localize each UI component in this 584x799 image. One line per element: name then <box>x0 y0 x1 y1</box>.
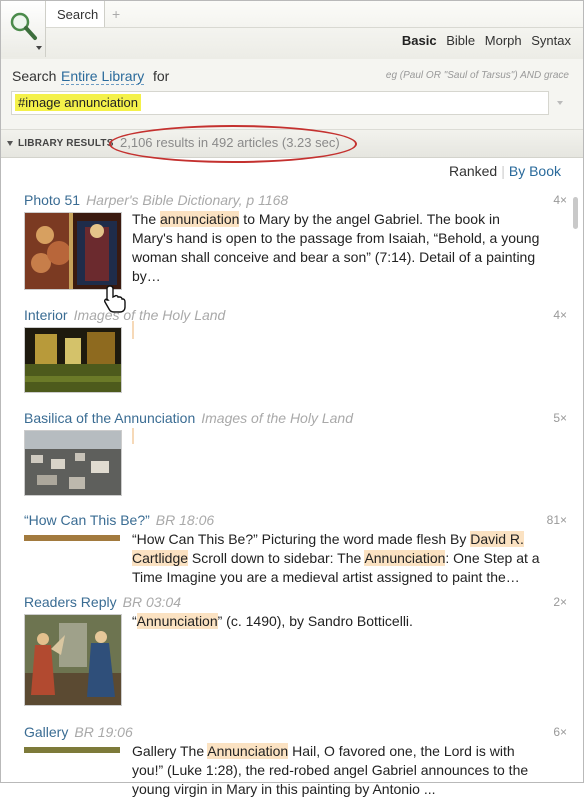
match-marker <box>132 321 134 339</box>
result-snippet: The annunciation to Mary by the angel Ga… <box>132 211 540 284</box>
result-title[interactable]: Basilica of the Annunciation Images of th… <box>24 410 353 426</box>
result-source: BR 18:06 <box>155 512 215 528</box>
result-title[interactable]: Readers Reply BR 03:04 <box>24 594 181 610</box>
result-item[interactable]: “How Can This Be?” BR 18:06 81× “How Can … <box>1 512 571 588</box>
chevron-down-icon <box>36 46 42 50</box>
add-tab-icon[interactable]: + <box>112 6 120 22</box>
hit-count: 81× <box>546 513 567 527</box>
hit-count: 6× <box>553 725 567 739</box>
result-title[interactable]: “How Can This Be?” BR 18:06 <box>24 512 214 528</box>
result-title[interactable]: Gallery BR 19:06 <box>24 724 133 740</box>
hit-count: 4× <box>553 308 567 322</box>
search-label: Search <box>12 68 57 84</box>
result-item[interactable]: Readers Reply BR 03:04 2× “Annunciation” … <box>1 594 571 712</box>
interior-photo-thumbnail[interactable] <box>24 327 122 393</box>
collapse-arrow-icon[interactable] <box>7 141 13 146</box>
for-label: for <box>153 68 170 84</box>
scrollbar-thumb[interactable] <box>573 197 578 229</box>
result-snippet: “How Can This Be?” Picturing the word ma… <box>132 531 540 585</box>
result-title[interactable]: Photo 51 Harper's Bible Dictionary, p 116… <box>24 192 288 208</box>
sort-by-book[interactable]: By Book <box>509 163 561 179</box>
result-snippet: “Annunciation” (c. 1490), by Sandro Bott… <box>132 613 413 629</box>
tab-label: Search <box>57 7 99 22</box>
mode-syntax[interactable]: Syntax <box>531 33 571 48</box>
section-title[interactable]: LIBRARY RESULTS <box>18 138 114 149</box>
result-source: Images of the Holy Land <box>201 410 353 426</box>
search-input[interactable]: #image annunciation <box>11 91 549 115</box>
mode-basic[interactable]: Basic <box>402 33 437 48</box>
result-item[interactable]: Interior Images of the Holy Land 4× <box>1 307 571 402</box>
city-photo-thumbnail[interactable] <box>24 430 122 496</box>
toolbar: Search + Basic Bible Morph Syntax <box>1 1 583 60</box>
result-item[interactable]: Basilica of the Annunciation Images of th… <box>1 410 571 505</box>
magnifier-icon <box>10 12 37 40</box>
article-strip-thumbnail[interactable] <box>24 747 120 753</box>
result-item[interactable]: Gallery BR 19:06 6× Gallery The Annunciat… <box>1 724 571 797</box>
hit-count: 4× <box>553 193 567 207</box>
sort-options: Ranked | By Book <box>449 163 561 179</box>
mode-morph[interactable]: Morph <box>485 33 522 48</box>
search-menu-button[interactable] <box>1 1 46 57</box>
result-snippet: Gallery The Annunciation Hail, O favored… <box>132 743 529 797</box>
tab-search[interactable]: Search <box>46 1 105 28</box>
result-title[interactable]: Interior Images of the Holy Land <box>24 307 225 323</box>
search-panel: Search + Basic Bible Morph Syntax Search… <box>0 0 584 797</box>
search-mode-tabs: Basic Bible Morph Syntax <box>396 33 571 48</box>
botticelli-painting-thumbnail[interactable] <box>24 614 122 706</box>
search-row: Search Entire Library for eg (Paul OR "S… <box>1 59 583 130</box>
result-source: Harper's Bible Dictionary, p 1168 <box>86 192 289 208</box>
article-strip-thumbnail[interactable] <box>24 535 120 541</box>
hit-count: 5× <box>553 411 567 425</box>
result-source: BR 19:06 <box>74 724 133 740</box>
sort-ranked[interactable]: Ranked <box>449 163 497 179</box>
search-query-text: #image annunciation <box>15 94 141 111</box>
result-source: BR 03:04 <box>122 594 181 610</box>
result-source: Images of the Holy Land <box>73 307 226 323</box>
divider <box>46 27 583 28</box>
history-dropdown-icon[interactable] <box>557 101 563 105</box>
annunciation-painting-thumbnail[interactable] <box>24 212 122 290</box>
result-item[interactable]: Photo 51 Harper's Bible Dictionary, p 116… <box>1 192 571 313</box>
mode-bible[interactable]: Bible <box>446 33 475 48</box>
match-marker <box>132 428 134 444</box>
divider: | <box>501 163 505 179</box>
hit-count: 2× <box>553 595 567 609</box>
example-hint: eg (Paul OR "Saul of Tarsus") AND grace <box>385 70 569 81</box>
annotation-ellipse <box>109 125 357 163</box>
scope-selector[interactable]: Entire Library <box>61 68 145 85</box>
